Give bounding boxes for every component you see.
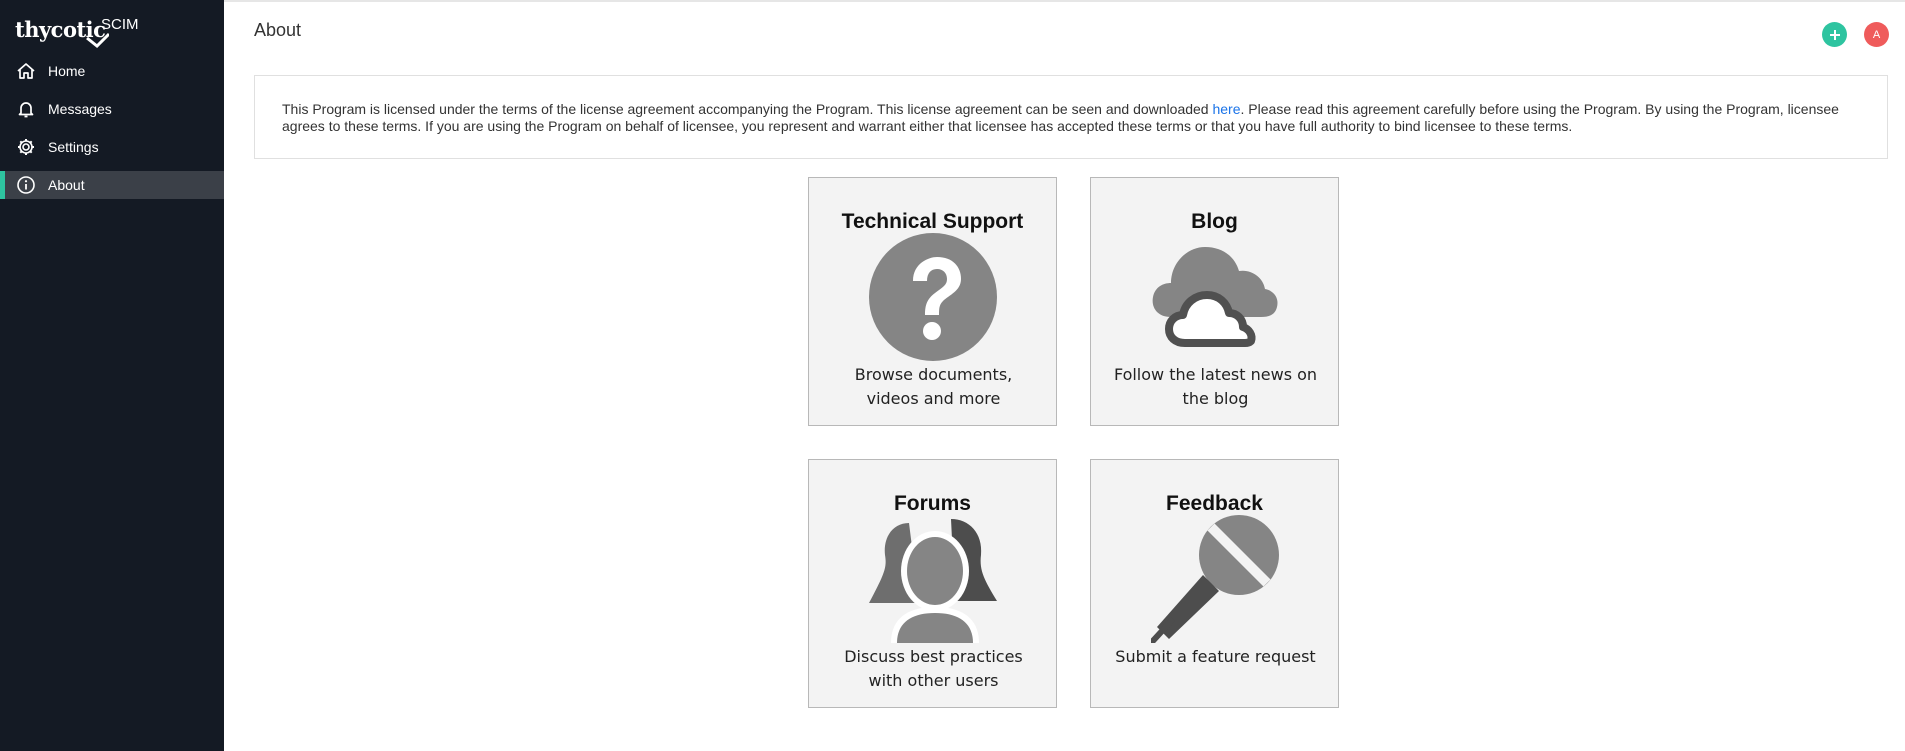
product-name: SCIM xyxy=(101,16,139,33)
sidebar-item-messages[interactable]: Messages xyxy=(0,90,224,128)
bell-icon xyxy=(16,99,36,119)
page-title: About xyxy=(254,20,302,40)
add-button[interactable] xyxy=(1822,22,1847,47)
sidebar: thycotic SCIM Home Messages Settings Abo… xyxy=(0,0,224,751)
license-text-before: This Program is licensed under the terms… xyxy=(282,101,1213,117)
blog-card[interactable]: Blog Follow the latest news on the blog xyxy=(1090,177,1339,426)
sidebar-item-home[interactable]: Home xyxy=(0,52,224,90)
card-title: Feedback xyxy=(1166,492,1263,515)
card-title: Technical Support xyxy=(841,210,1024,233)
card-title: Forums xyxy=(893,492,971,515)
card-description: Follow the latest news on the blog xyxy=(1113,365,1318,408)
microphone-icon xyxy=(1151,515,1279,643)
plus-icon xyxy=(1829,29,1840,40)
technical-support-card[interactable]: Technical Support Browse documents, vide… xyxy=(808,177,1057,426)
sidebar-item-label: Home xyxy=(48,63,86,79)
info-icon xyxy=(16,175,36,195)
sidebar-item-about[interactable]: About xyxy=(0,171,224,199)
gear-icon xyxy=(16,137,36,157)
sidebar-item-label: Messages xyxy=(48,101,112,117)
sidebar-item-settings[interactable]: Settings xyxy=(0,128,224,166)
sidebar-item-label: Settings xyxy=(48,139,99,155)
feedback-card[interactable]: Feedback Submit a feature request xyxy=(1090,459,1339,708)
card-description: Browse documents, videos and more xyxy=(854,365,1013,408)
card-description: Submit a feature request xyxy=(1115,647,1316,666)
license-notice: This Program is licensed under the terms… xyxy=(254,75,1888,159)
card-description: Discuss best practices with other users xyxy=(844,647,1023,690)
sidebar-item-label: About xyxy=(48,177,85,193)
forums-card[interactable]: Forums Discuss best practices with other… xyxy=(808,459,1057,708)
license-link[interactable]: here xyxy=(1212,101,1240,117)
card-title: Blog xyxy=(1191,210,1238,233)
header-border xyxy=(224,0,1905,2)
avatar[interactable]: A xyxy=(1864,22,1889,47)
sidebar-nav: Home Messages Settings About xyxy=(0,52,224,204)
users-icon xyxy=(869,519,997,643)
home-icon xyxy=(16,61,36,81)
brand[interactable]: thycotic SCIM xyxy=(15,14,215,49)
question-icon xyxy=(869,233,997,361)
cloud-icon xyxy=(1152,247,1278,347)
logo-check-icon xyxy=(86,32,109,49)
